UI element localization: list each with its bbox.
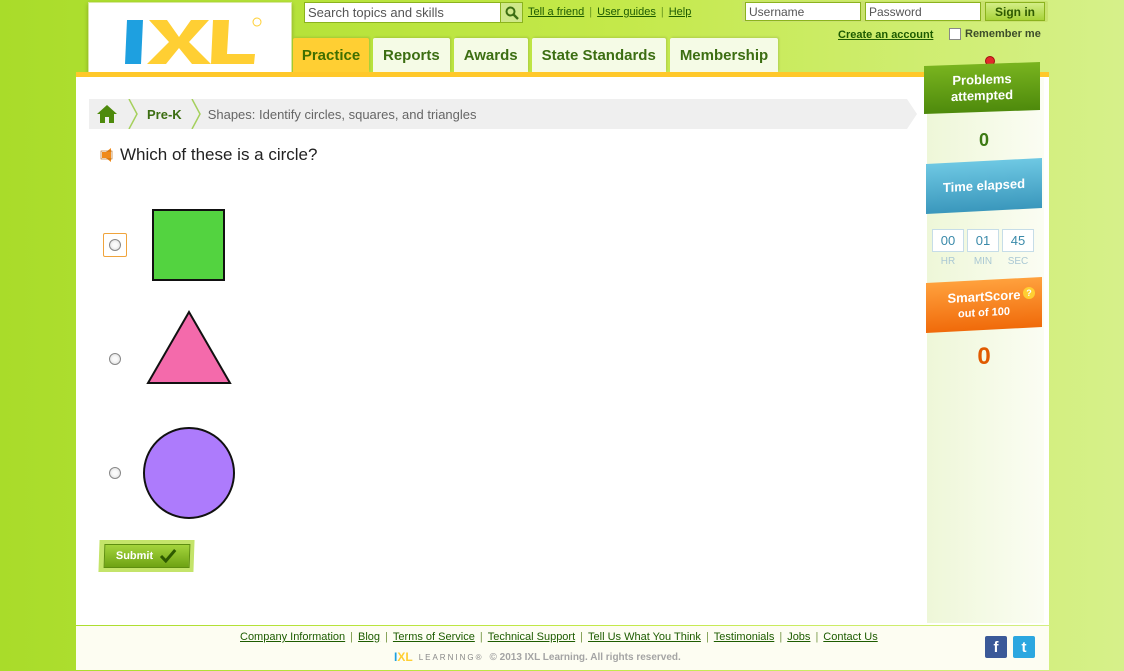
main-nav-tabs: Practice Reports Awards State Standards … — [293, 38, 779, 72]
time-hours: 00 — [932, 229, 964, 252]
option-square[interactable] — [152, 209, 226, 282]
checkmark-icon — [160, 549, 177, 563]
chevron-right-icon — [125, 99, 141, 129]
triangle-shape — [146, 310, 232, 384]
search-icon — [505, 6, 519, 20]
sign-in-button[interactable]: Sign in — [985, 2, 1045, 21]
smartscore-sublabel: out of 100 — [958, 305, 1010, 321]
footer-link-contact[interactable]: Contact Us — [823, 631, 877, 643]
help-icon[interactable]: ? — [1023, 287, 1035, 299]
remember-me-checkbox[interactable] — [949, 28, 961, 40]
time-unit-min: MIN — [973, 256, 993, 267]
search-button[interactable] — [500, 3, 522, 22]
footer-link-testimonials[interactable]: Testimonials — [714, 631, 775, 643]
link-separator: | — [815, 631, 819, 643]
footer-links: Company Information | Blog | Terms of Serv… — [240, 631, 878, 643]
breadcrumb: Pre-K Shapes: Identify circles, squares,… — [89, 99, 917, 129]
submit-label: Submit — [115, 550, 154, 562]
link-separator: | — [350, 631, 354, 643]
tab-state-standards[interactable]: State Standards — [531, 38, 666, 72]
footer-link-jobs[interactable]: Jobs — [787, 631, 810, 643]
problems-label-2: attempted — [950, 86, 1014, 105]
link-separator: | — [589, 6, 593, 18]
tell-a-friend-link[interactable]: Tell a friend — [528, 6, 584, 18]
submit-button[interactable]: Submit — [103, 544, 190, 568]
facebook-icon[interactable]: f — [985, 636, 1007, 658]
search-input[interactable] — [305, 3, 500, 22]
smartscore-value: 0 — [977, 343, 991, 370]
option-circle[interactable] — [142, 426, 236, 520]
option-triangle-radio[interactable] — [103, 347, 127, 371]
tab-reports[interactable]: Reports — [373, 38, 450, 72]
top-links: Tell a friend | User guides | Help — [528, 6, 691, 18]
submit-area: Submit — [98, 540, 195, 572]
time-minutes: 01 — [967, 229, 999, 252]
password-field[interactable] — [865, 2, 981, 21]
login-form: Sign in — [742, 1, 1048, 22]
user-guides-link[interactable]: User guides — [597, 6, 656, 18]
remember-me-label: Remember me — [965, 28, 1041, 40]
learning-label: LEARNING® — [418, 652, 484, 662]
problems-attempted-value: 0 — [978, 130, 989, 150]
ixl-logo-mark — [125, 17, 262, 64]
link-separator: | — [580, 631, 584, 643]
breadcrumb-skill: Shapes: Identify circles, squares, and t… — [207, 106, 477, 122]
footer-link-blog[interactable]: Blog — [358, 631, 380, 643]
option-square-radio[interactable] — [103, 233, 127, 257]
option-circle-radio[interactable] — [103, 461, 127, 485]
smartscore-banner: SmartScore out of 100 — [926, 276, 1042, 334]
search-bar — [304, 2, 523, 23]
footer-link-terms[interactable]: Terms of Service — [393, 631, 475, 643]
username-field[interactable] — [745, 2, 861, 21]
time-elapsed-label: Time elapsed — [942, 175, 1026, 196]
problems-attempted-banner: Problems attempted — [924, 61, 1040, 115]
footer-link-feedback[interactable]: Tell Us What You Think — [588, 631, 701, 643]
link-separator: | — [779, 631, 783, 643]
breadcrumb-arrow-end — [907, 99, 917, 129]
time-unit-sec: SEC — [1007, 256, 1029, 267]
link-separator: | — [479, 631, 483, 643]
link-separator: | — [705, 631, 709, 643]
square-shape — [152, 209, 225, 281]
circle-shape — [143, 427, 235, 519]
question: Which of these is a circle? — [100, 145, 317, 165]
twitter-icon[interactable]: t — [1013, 636, 1035, 658]
ixl-mini-logo: IXL — [394, 650, 413, 664]
tab-practice[interactable]: Practice — [293, 38, 369, 72]
link-separator: | — [385, 631, 388, 643]
option-triangle[interactable] — [146, 310, 232, 385]
remember-me[interactable]: Remember me — [949, 28, 1041, 40]
tab-awards[interactable]: Awards — [453, 38, 528, 72]
radio-button[interactable] — [109, 239, 121, 251]
time-seconds: 45 — [1002, 229, 1034, 252]
create-account-link[interactable]: Create an account — [838, 29, 933, 41]
time-elapsed-banner: Time elapsed — [926, 157, 1042, 215]
tab-membership[interactable]: Membership — [669, 38, 779, 72]
ixl-logo[interactable] — [88, 2, 292, 78]
copyright: IXL LEARNING® © 2013 IXL Learning. All r… — [394, 650, 681, 664]
radio-button[interactable] — [109, 353, 121, 365]
question-text: Which of these is a circle? — [120, 145, 318, 164]
time-unit-hr: HR — [940, 256, 956, 267]
speaker-icon[interactable] — [100, 147, 116, 163]
copyright-text: © 2013 IXL Learning. All rights reserved… — [489, 651, 681, 663]
help-link[interactable]: Help — [669, 6, 692, 18]
footer-link-company[interactable]: Company Information — [240, 631, 345, 643]
home-button[interactable] — [89, 99, 125, 129]
radio-button[interactable] — [109, 467, 121, 479]
chevron-right-icon — [188, 99, 204, 129]
footer-link-support[interactable]: Technical Support — [488, 631, 575, 643]
breadcrumb-grade[interactable]: Pre-K — [141, 107, 188, 122]
link-separator: | — [660, 6, 664, 18]
home-icon — [97, 105, 117, 123]
